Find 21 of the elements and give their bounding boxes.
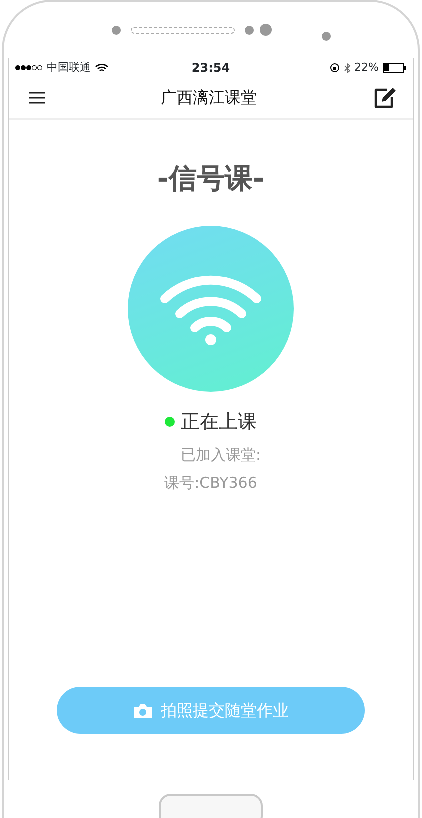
bluetooth-icon: [344, 62, 351, 74]
battery-percent: 22%: [354, 60, 379, 76]
app-title: 广西漓江课堂: [161, 87, 257, 109]
orientation-lock-icon: [330, 63, 340, 73]
camera-icon: [133, 702, 153, 718]
sensor-dot: [244, 26, 254, 34]
page-heading: -信号课-: [156, 161, 266, 197]
edit-icon[interactable]: [373, 87, 397, 109]
signal-icon: [15, 65, 43, 71]
carrier-name: 中国联通: [47, 60, 91, 76]
class-info: 已加入课堂:: [180, 444, 262, 466]
submit-homework-button[interactable]: 拍照提交随堂作业: [57, 687, 365, 734]
camera-dot: [260, 24, 272, 36]
class-info: 课号:CBY366: [164, 472, 258, 494]
menu-icon[interactable]: [29, 92, 45, 104]
wifi-icon: [95, 63, 109, 73]
camera-dot: [112, 26, 120, 34]
class-status: 正在上课: [181, 410, 257, 435]
battery-icon: [383, 63, 407, 73]
clock-time: 23:54: [190, 60, 232, 77]
sensor-dot: [322, 32, 330, 40]
